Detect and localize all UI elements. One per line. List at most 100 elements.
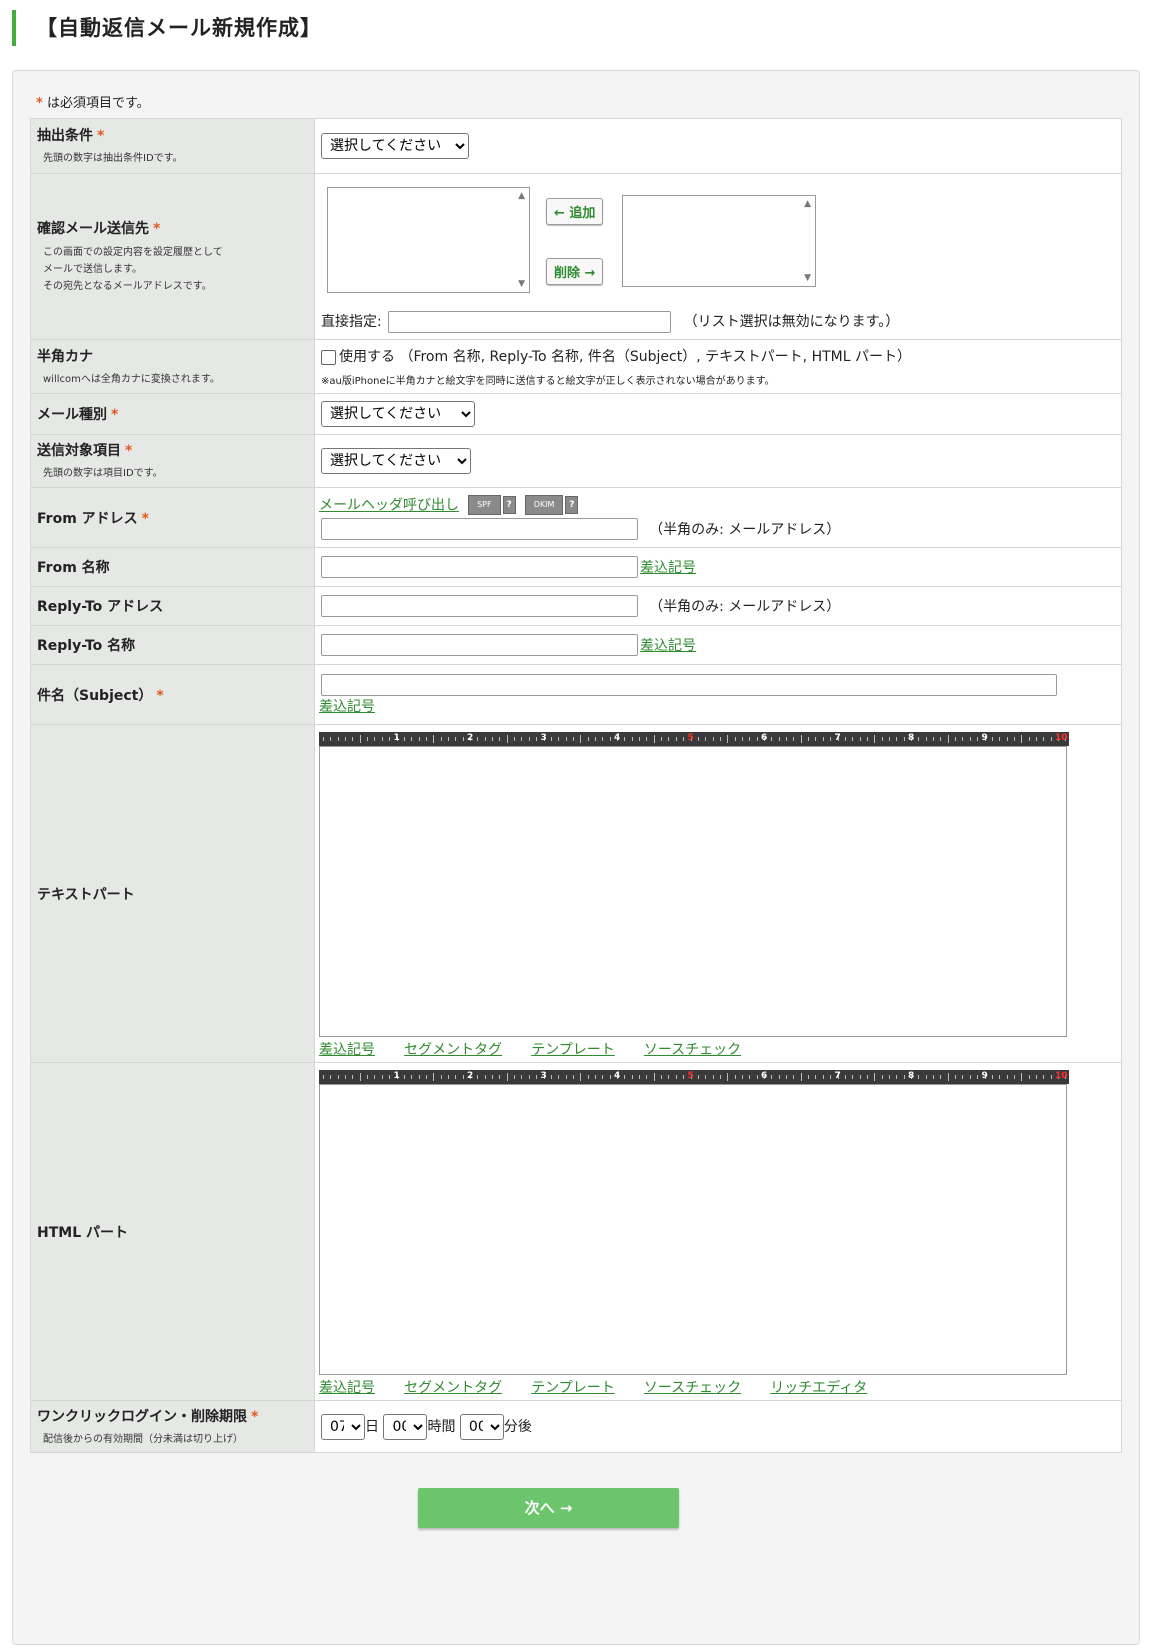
text-segment-tag-link[interactable]: セグメントタグ [404, 1042, 502, 1058]
subject-input[interactable] [321, 673, 1057, 696]
reply-name-insert-link[interactable]: 差込記号 [640, 638, 696, 654]
html-segment-tag-link[interactable]: セグメントタグ [404, 1380, 502, 1396]
direct-address-input[interactable] [388, 310, 672, 333]
ruler-tick [786, 737, 788, 741]
spf-help-icon[interactable]: ? [502, 496, 516, 514]
ruler-tick [514, 1075, 516, 1079]
ruler-tick [447, 737, 449, 741]
from-name-insert-link[interactable]: 差込記号 [640, 560, 696, 576]
ruler-tick [455, 737, 457, 741]
subject-insert-link[interactable]: 差込記号 [319, 699, 375, 715]
dkim-help-icon[interactable]: ? [565, 496, 579, 514]
ruler-tick [977, 737, 979, 741]
ruler-tick [808, 737, 810, 741]
ruler-tick [433, 1073, 435, 1081]
address-list-selected[interactable]: ▲ ▼ [622, 194, 816, 287]
reply-address-input[interactable] [321, 595, 638, 617]
expire-day-unit: 日 [365, 1418, 379, 1435]
extract-label: 抽出条件 [37, 128, 93, 144]
ruler-tick [352, 737, 354, 741]
next-button[interactable]: 次へ → [418, 1488, 679, 1528]
ruler-tick [528, 737, 530, 741]
ruler-tick [558, 737, 560, 741]
ruler-tick [977, 1075, 979, 1079]
ruler-tick [403, 1075, 405, 1079]
ruler-tick [550, 737, 552, 741]
expire-day-select[interactable]: 07 [321, 1413, 365, 1440]
ruler-tick [999, 737, 1001, 741]
ruler-tick [852, 1075, 854, 1079]
ruler-tick [1006, 737, 1008, 741]
html-rich-editor-link[interactable]: リッチエディタ [770, 1380, 867, 1396]
from-name-input[interactable] [321, 556, 638, 578]
scroll-up-icon[interactable]: ▲ [804, 199, 811, 209]
text-part-editor[interactable] [319, 746, 1067, 1037]
scroll-down-icon[interactable]: ▼ [518, 279, 525, 289]
ruler-tick [330, 737, 332, 741]
ruler-tick [550, 1075, 552, 1079]
ruler-tick [830, 1075, 832, 1079]
add-address-button[interactable]: ← 追加 [546, 197, 604, 225]
ruler-tick [719, 1075, 721, 1079]
ruler-tick [675, 1075, 677, 1079]
html-insert-link[interactable]: 差込記号 [319, 1380, 375, 1396]
direct-note: （リスト選択は無効になります。） [683, 313, 900, 330]
ruler-tick [675, 737, 677, 741]
ruler-tick [859, 1075, 861, 1079]
text-source-check-link[interactable]: ソースチェック [644, 1042, 741, 1058]
ruler-number: 1 [393, 733, 400, 743]
ruler-tick [991, 1075, 993, 1079]
ruler-number: 7 [834, 733, 841, 743]
ruler-tick [389, 1075, 391, 1079]
form-table: 抽出条件 * 先頭の数字は抽出条件IDです。 選択してください 確認メール送信先 *… [30, 118, 1122, 1453]
ruler-tick [418, 1075, 420, 1079]
row-text-part: テキストパート 1 2 3 4 5 6 7 8 9 10 差込記号 セグメントタグ テンプレート … [30, 724, 1122, 1063]
text-insert-link[interactable]: 差込記号 [319, 1042, 375, 1058]
html-part-editor[interactable] [319, 1084, 1067, 1375]
required-note-text: は必須項目です。 [46, 96, 150, 111]
ruler-tick [506, 1073, 508, 1081]
ruler-tick [778, 1075, 780, 1079]
expire-minute-select[interactable]: 00 [459, 1413, 504, 1440]
ruler-tick [536, 1075, 538, 1079]
ruler-tick [462, 737, 464, 741]
html-source-check-link[interactable]: ソースチェック [644, 1380, 741, 1396]
spf-badge: SPF [468, 495, 501, 515]
ruler-tick [969, 737, 971, 741]
ruler-number: 2 [467, 733, 474, 743]
ruler-tick [499, 1075, 501, 1079]
ruler-tick [447, 1075, 449, 1079]
ruler-tick [411, 1075, 413, 1079]
ruler-tick [903, 1075, 905, 1079]
scroll-up-icon[interactable]: ▲ [518, 191, 525, 201]
expire-hour-select[interactable]: 00 [383, 1413, 428, 1440]
page-title: 【自動返信メール新規作成】 [12, 10, 322, 46]
ruler-number: 5 [687, 733, 694, 743]
hankaku-checkbox[interactable] [321, 349, 336, 365]
ruler-number: 8 [908, 733, 915, 743]
ruler-number: 4 [614, 1071, 621, 1081]
address-list-available[interactable]: ▲ ▼ [327, 186, 530, 293]
ruler-tick [969, 1075, 971, 1079]
ruler-tick [653, 735, 655, 743]
from-address-input[interactable] [321, 518, 638, 540]
ruler-tick [411, 737, 413, 741]
ruler-tick [580, 1073, 582, 1081]
mail-header-link[interactable]: メールヘッダ呼び出し [319, 498, 459, 514]
ruler-number: 7 [834, 1071, 841, 1081]
ruler-tick [844, 1075, 846, 1079]
ruler-tick [778, 737, 780, 741]
target-select[interactable]: 選択してください [321, 448, 471, 474]
ruler-tick [866, 737, 868, 741]
ruler-tick [712, 1075, 714, 1079]
ruler-tick [381, 1075, 383, 1079]
text-template-link[interactable]: テンプレート [531, 1042, 615, 1058]
scroll-down-icon[interactable]: ▼ [804, 273, 811, 283]
html-template-link[interactable]: テンプレート [531, 1380, 615, 1396]
mail-type-select[interactable]: 選択してください [321, 401, 475, 427]
ruler-number: 10 [1055, 1071, 1068, 1081]
reply-name-input[interactable] [321, 634, 638, 656]
ruler-tick [1050, 737, 1052, 741]
extract-select[interactable]: 選択してください [321, 133, 469, 159]
remove-address-button[interactable]: 削除 → [546, 257, 604, 285]
